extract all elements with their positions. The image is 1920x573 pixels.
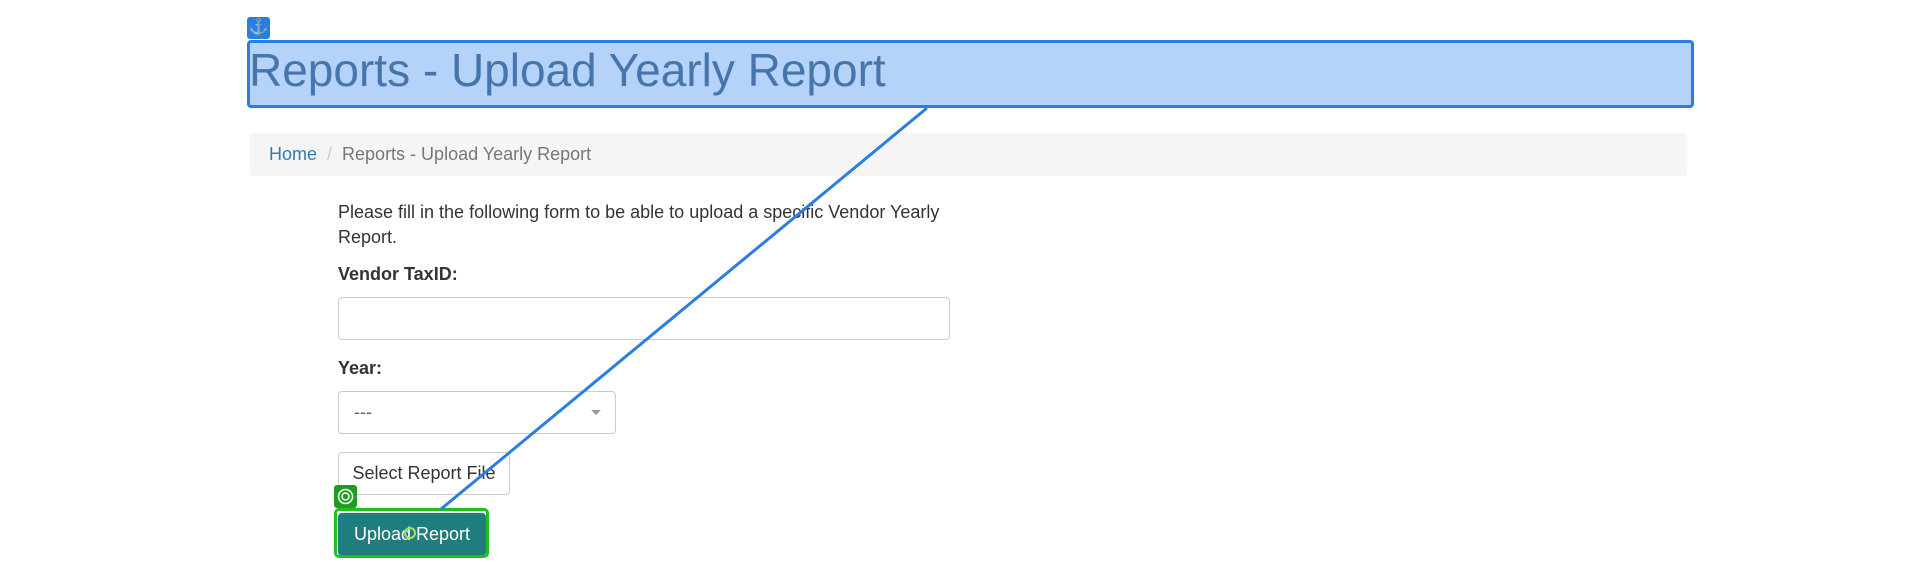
breadcrumb: Home / Reports - Upload Yearly Report xyxy=(250,133,1687,176)
select-report-file-button[interactable]: Select Report File xyxy=(338,452,510,495)
target-icon xyxy=(334,485,357,508)
vendor-taxid-label: Vendor TaxID: xyxy=(338,264,458,284)
breadcrumb-current: Reports - Upload Yearly Report xyxy=(342,144,592,164)
button-highlight-overlay xyxy=(334,508,489,558)
year-select-value: --- xyxy=(354,402,372,422)
year-label: Year: xyxy=(338,358,383,378)
year-select[interactable]: --- xyxy=(338,391,616,434)
vendor-taxid-input[interactable] xyxy=(338,297,950,340)
form-intro-text: Please fill in the following form to be … xyxy=(338,202,940,247)
breadcrumb-home-link[interactable]: Home xyxy=(269,144,317,164)
breadcrumb-separator: / xyxy=(327,144,333,164)
anchor-icon: ⚓ xyxy=(247,17,270,39)
chevron-down-icon xyxy=(591,410,601,415)
title-highlight-overlay xyxy=(247,40,1694,108)
